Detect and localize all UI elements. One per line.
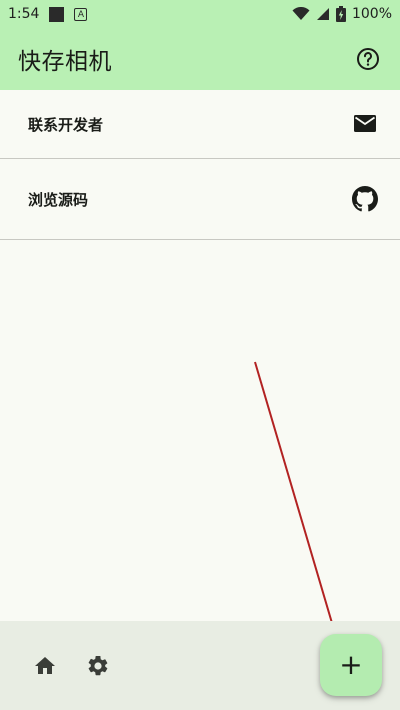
home-button[interactable] <box>33 654 57 678</box>
wifi-icon <box>292 7 310 20</box>
notification-square-icon <box>49 6 65 22</box>
help-circle-icon <box>357 48 379 70</box>
gear-icon <box>88 655 108 676</box>
app-title: 快存相机 <box>18 49 112 75</box>
email-icon <box>352 111 378 137</box>
battery-percentage: 100% <box>351 6 392 22</box>
settings-button[interactable] <box>86 654 110 678</box>
plus-icon: + <box>339 648 363 681</box>
status-left: 1:54 A <box>8 6 88 22</box>
help-button[interactable] <box>354 45 382 73</box>
settings-list: 联系开发者 浏览源码 <box>0 90 400 240</box>
github-icon <box>352 186 378 212</box>
list-item-label: 浏览源码 <box>28 190 89 209</box>
list-item-browse-source[interactable]: 浏览源码 <box>0 159 400 240</box>
status-bar: 1:54 A 100% <box>0 0 400 28</box>
add-fab-button[interactable]: + <box>320 634 382 696</box>
notification-a-icon: A <box>74 7 88 21</box>
home-icon <box>35 657 55 674</box>
signal-icon <box>316 8 329 20</box>
battery-charging-icon <box>335 6 346 22</box>
list-item-contact-developer[interactable]: 联系开发者 <box>0 90 400 159</box>
status-time: 1:54 <box>8 6 40 22</box>
list-item-label: 联系开发者 <box>28 115 104 134</box>
app-bar: 快存相机 <box>0 28 400 90</box>
status-right: 100% <box>292 6 392 22</box>
